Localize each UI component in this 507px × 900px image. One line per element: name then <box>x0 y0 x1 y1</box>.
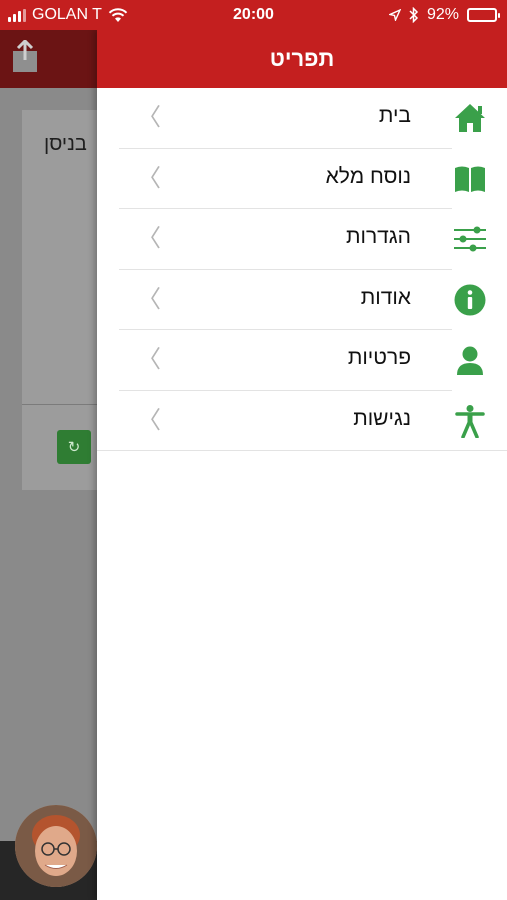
menu-item-label: אודות <box>360 285 411 309</box>
info-icon <box>454 284 486 315</box>
chevron-left-icon: 〈 <box>137 164 161 192</box>
battery-icon <box>467 8 500 22</box>
drawer-menu: 〈 בית 〈 נוסח מלא 〈 הגדרות 〈 אודות 〈 פרטי… <box>97 88 507 451</box>
chevron-left-icon: 〈 <box>137 406 161 434</box>
menu-item-full-text[interactable]: 〈 נוסח מלא <box>97 149 507 209</box>
location-arrow-icon <box>388 9 401 21</box>
share-icon[interactable] <box>10 40 40 74</box>
menu-item-privacy[interactable]: 〈 פרטיות <box>97 330 507 391</box>
chevron-left-icon: 〈 <box>137 225 161 252</box>
chevron-left-icon: 〈 <box>137 285 161 313</box>
drawer-header: תפריט <box>97 30 507 88</box>
battery-percent: 92% <box>426 6 459 23</box>
menu-item-settings[interactable]: 〈 הגדרות <box>97 209 507 270</box>
menu-item-label: הגדרות <box>345 225 411 248</box>
chevron-left-icon: 〈 <box>137 104 161 131</box>
background-header <box>0 30 97 88</box>
menu-divider <box>97 450 507 451</box>
menu-item-label: בית <box>378 104 411 127</box>
menu-item-home[interactable]: 〈 בית <box>97 88 507 149</box>
status-right-group: 92% <box>388 6 500 24</box>
chevron-left-icon: 〈 <box>137 346 161 373</box>
menu-item-label: נוסח מלא <box>325 164 411 188</box>
status-bar: GOLAN T 20:00 92% <box>0 0 507 30</box>
menu-item-accessibility[interactable]: 〈 נגישות <box>97 391 507 451</box>
sliders-icon <box>454 226 486 252</box>
menu-item-label: פרטיות <box>347 346 411 369</box>
drawer-title: תפריט <box>269 46 335 71</box>
side-drawer: תפריט 〈 בית 〈 נוסח מלא 〈 הגדרות 〈 אודות … <box>97 30 507 900</box>
background-card-text: בניסן <box>44 133 87 155</box>
user-icon <box>457 346 483 375</box>
avatar[interactable] <box>15 805 97 887</box>
refresh-button[interactable]: ↻ <box>57 430 91 464</box>
bluetooth-icon <box>409 7 419 23</box>
book-icon <box>455 166 485 192</box>
refresh-icon: ↻ <box>67 439 81 456</box>
menu-item-about[interactable]: 〈 אודות <box>97 270 507 330</box>
avatar-photo <box>15 805 97 887</box>
home-icon <box>455 104 485 132</box>
accessibility-icon <box>455 404 485 438</box>
menu-item-label: נגישות <box>353 406 411 430</box>
background-divider <box>22 404 97 405</box>
